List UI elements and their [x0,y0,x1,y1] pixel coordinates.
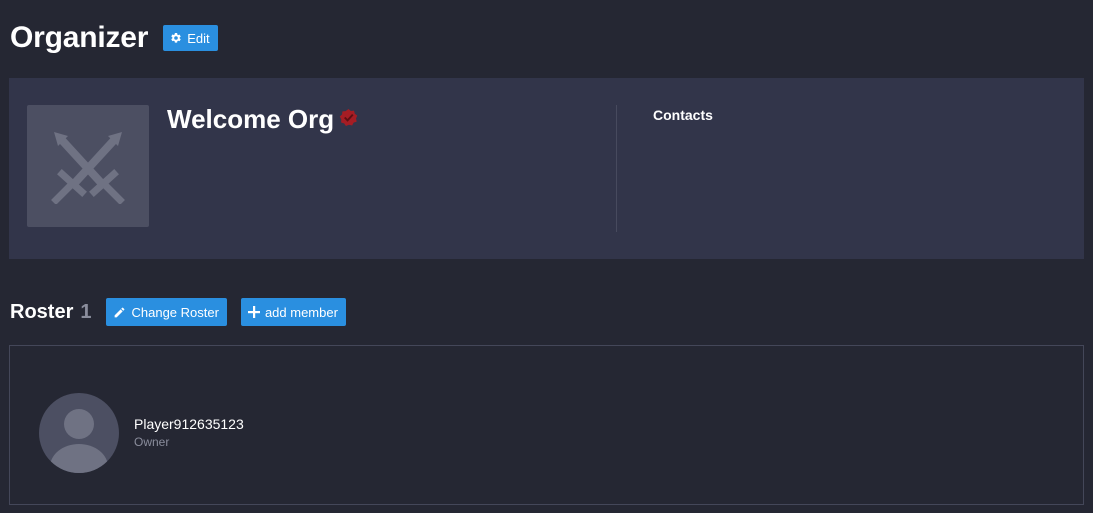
user-avatar-icon [39,393,119,473]
card-divider [616,105,617,232]
roster-count: 1 [80,300,92,323]
page-header: Organizer Edit [10,20,218,56]
plus-icon [247,306,260,318]
org-info-card: Welcome Org Contacts [9,78,1084,259]
crossed-swords-icon [27,105,149,227]
org-name: Welcome Org [167,104,335,134]
roster-list: Player912635123 Owner [9,345,1084,505]
change-roster-label: Change Roster [131,304,219,320]
roster-title: Roster [10,300,74,323]
pencil-icon [113,306,126,319]
change-roster-button[interactable]: Change Roster [106,298,227,326]
verified-badge-icon [339,108,358,127]
edit-button-label: Edit [187,30,210,46]
add-member-label: add member [264,304,338,320]
member-role: Owner [134,435,170,449]
member-name: Player912635123 [134,416,244,432]
gear-icon [170,32,182,44]
contacts-heading: Contacts [653,107,713,123]
roster-header: Roster 1 Change Roster add member [10,298,346,326]
member-info: Player912635123 Owner [134,415,244,451]
organizer-page: Organizer Edit Welcome Org Contacts Rost… [0,0,1093,513]
add-member-button[interactable]: add member [240,298,346,326]
roster-member[interactable]: Player912635123 Owner [39,393,244,473]
edit-button[interactable]: Edit [163,25,218,51]
org-name-row: Welcome Org [167,104,358,135]
page-title: Organizer [10,21,149,54]
